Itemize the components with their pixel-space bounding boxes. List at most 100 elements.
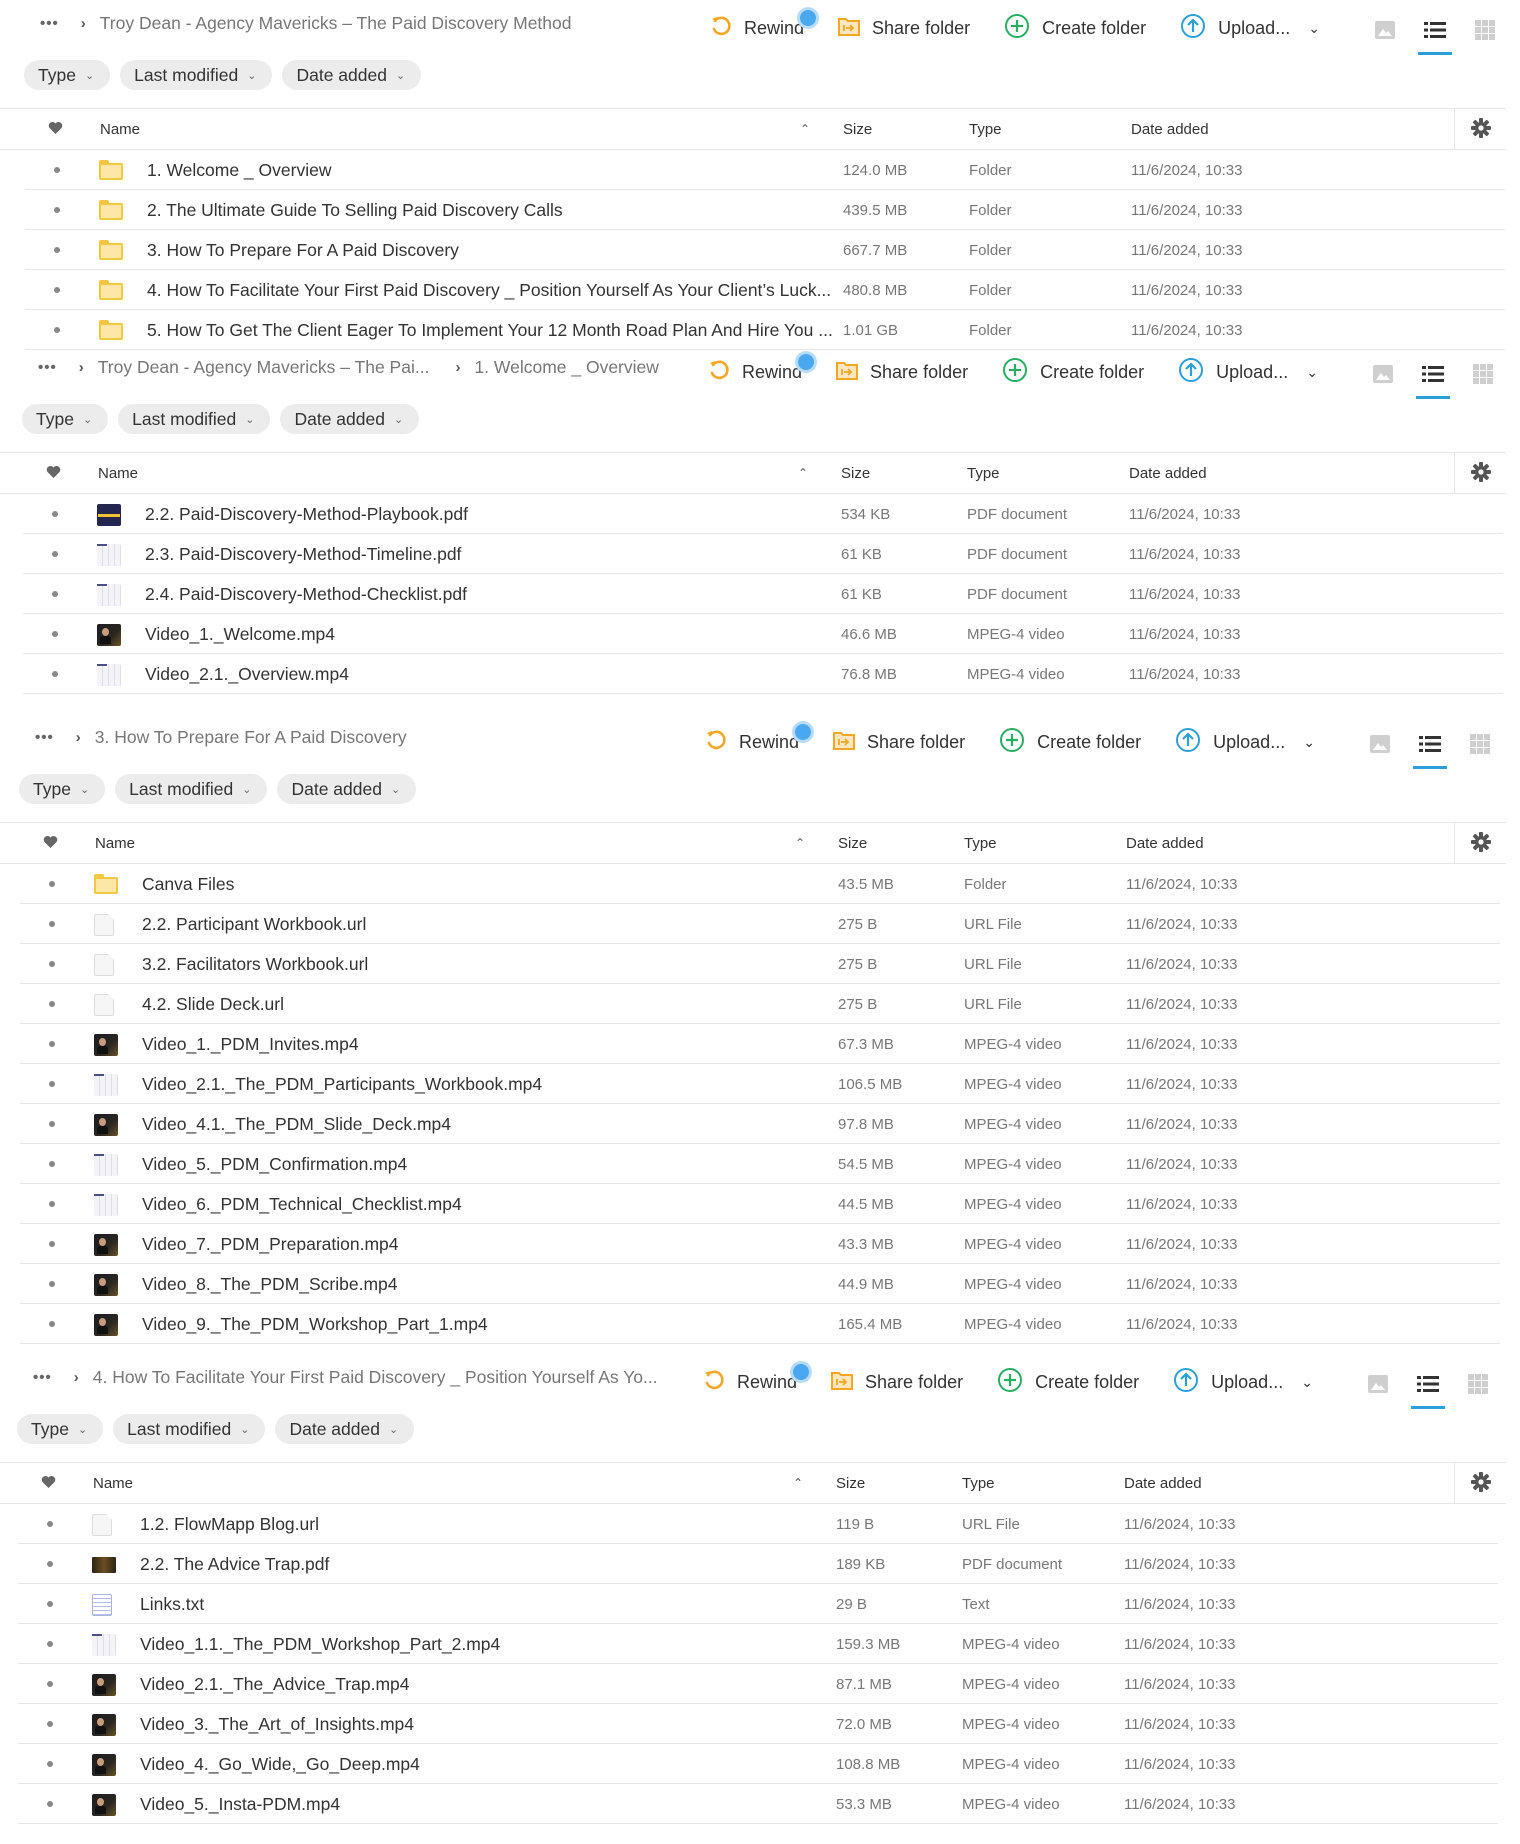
table-row[interactable]: 2.2. The Advice Trap.pdf 189 KB PDF docume… <box>18 1544 1498 1584</box>
breadcrumb-item[interactable]: 4. How To Facilitate Your First Paid Dis… <box>93 1367 658 1388</box>
sort-ascending-icon[interactable]: ⌃ <box>793 1476 803 1490</box>
table-row[interactable]: 5. How To Get The Client Eager To Implem… <box>25 310 1505 350</box>
grid-view-icon[interactable] <box>1470 15 1500 45</box>
breadcrumb-item[interactable]: 3. How To Prepare For A Paid Discovery <box>95 727 407 748</box>
upload-button[interactable]: Upload... ⌄ <box>1175 727 1315 758</box>
column-header-name[interactable]: Name <box>100 121 140 138</box>
breadcrumb-item[interactable]: Troy Dean - Agency Mavericks – The Paid … <box>100 13 572 34</box>
grid-view-icon[interactable] <box>1468 359 1498 389</box>
favorite-column-icon[interactable] <box>41 1475 56 1493</box>
gallery-view-icon[interactable] <box>1368 359 1398 389</box>
favorite-column-icon[interactable] <box>48 121 63 139</box>
table-row[interactable]: Video_2.1._The_Advice_Trap.mp4 87.1 MB MPE… <box>18 1664 1498 1704</box>
share-folder-button[interactable]: Share folder <box>833 730 965 755</box>
column-header-date-added[interactable]: Date added <box>1129 465 1207 482</box>
breadcrumb-more-icon[interactable]: ••• <box>40 15 59 32</box>
upload-button[interactable]: Upload... ⌄ <box>1173 1367 1313 1398</box>
table-row[interactable]: Video_9._The_PDM_Workshop_Part_1.mp4 165.… <box>20 1304 1500 1344</box>
table-row[interactable]: Canva Files 43.5 MB Folder 11/6/2024, 10:33 <box>20 864 1500 904</box>
column-header-size[interactable]: Size <box>838 835 867 852</box>
breadcrumb-item[interactable]: 1. Welcome _ Overview <box>474 357 658 378</box>
date-added-filter[interactable]: Date added ⌄ <box>280 404 420 434</box>
table-row[interactable]: Video_3._The_Art_of_Insights.mp4 72.0 MB M… <box>18 1704 1498 1744</box>
column-settings-button[interactable] <box>1454 823 1506 864</box>
type-filter[interactable]: Type ⌄ <box>17 1414 104 1444</box>
list-view-icon[interactable] <box>1416 359 1450 399</box>
table-row[interactable]: 1. Welcome _ Overview 124.0 MB Folder 11/6/… <box>25 150 1505 190</box>
list-view-icon[interactable] <box>1411 1369 1445 1409</box>
column-settings-button[interactable] <box>1454 453 1506 494</box>
table-row[interactable]: Video_5._PDM_Confirmation.mp4 54.5 MB MPEG… <box>20 1144 1500 1184</box>
rewind-button[interactable]: Rewind <box>703 1364 810 1396</box>
column-header-name[interactable]: Name <box>98 465 138 482</box>
list-view-icon[interactable] <box>1413 729 1447 769</box>
table-row[interactable]: 4. How To Facilitate Your First Paid Dis… <box>25 270 1505 310</box>
breadcrumb-more-icon[interactable]: ••• <box>38 359 57 376</box>
date-added-filter[interactable]: Date added ⌄ <box>275 1414 415 1444</box>
favorite-column-icon[interactable] <box>46 465 61 483</box>
rewind-button[interactable]: Rewind <box>705 724 812 756</box>
column-header-type[interactable]: Type <box>962 1475 995 1492</box>
table-row[interactable]: 2. The Ultimate Guide To Selling Paid Di… <box>25 190 1505 230</box>
upload-button[interactable]: Upload... ⌄ <box>1180 13 1320 44</box>
table-row[interactable]: Video_2.1._The_PDM_Participants_Workbook… <box>20 1064 1500 1104</box>
table-row[interactable]: 2.2. Participant Workbook.url 275 B URL Fi… <box>20 904 1500 944</box>
column-header-type[interactable]: Type <box>967 465 1000 482</box>
table-row[interactable]: Video_4._Go_Wide,_Go_Deep.mp4 108.8 MB MPE… <box>18 1744 1498 1784</box>
table-row[interactable]: Video_1.1._The_PDM_Workshop_Part_2.mp4 15… <box>18 1624 1498 1664</box>
date-added-filter[interactable]: Date added ⌄ <box>277 774 417 804</box>
grid-view-icon[interactable] <box>1465 729 1495 759</box>
table-row[interactable]: 2.2. Paid-Discovery-Method-Playbook.pdf 5… <box>23 494 1503 534</box>
list-view-icon[interactable] <box>1418 15 1452 55</box>
share-folder-button[interactable]: Share folder <box>838 16 970 41</box>
chevron-down-icon[interactable]: ⌄ <box>1308 20 1320 37</box>
create-folder-button[interactable]: Create folder <box>999 727 1141 758</box>
column-header-size[interactable]: Size <box>836 1475 865 1492</box>
type-filter[interactable]: Type ⌄ <box>22 404 109 434</box>
chevron-down-icon[interactable]: ⌄ <box>1303 734 1315 751</box>
upload-button[interactable]: Upload... ⌄ <box>1178 357 1318 388</box>
sort-ascending-icon[interactable]: ⌃ <box>800 122 810 136</box>
last-modified-filter[interactable]: Last modified ⌄ <box>120 60 273 90</box>
table-row[interactable]: Video_7._PDM_Preparation.mp4 43.3 MB MPEG-… <box>20 1224 1500 1264</box>
create-folder-button[interactable]: Create folder <box>997 1367 1139 1398</box>
column-header-type[interactable]: Type <box>964 835 997 852</box>
last-modified-filter[interactable]: Last modified ⌄ <box>113 1414 266 1444</box>
chevron-down-icon[interactable]: ⌄ <box>1306 364 1318 381</box>
share-folder-button[interactable]: Share folder <box>831 1370 963 1395</box>
gallery-view-icon[interactable] <box>1365 729 1395 759</box>
column-header-date-added[interactable]: Date added <box>1124 1475 1202 1492</box>
breadcrumb-item[interactable]: Troy Dean - Agency Mavericks – The Pai..… <box>98 357 430 378</box>
table-row[interactable]: Video_2.1._Overview.mp4 76.8 MB MPEG-4 vid… <box>23 654 1503 694</box>
last-modified-filter[interactable]: Last modified ⌄ <box>118 404 271 434</box>
favorite-column-icon[interactable] <box>43 835 58 853</box>
sort-ascending-icon[interactable]: ⌃ <box>798 466 808 480</box>
table-row[interactable]: Video_1._Welcome.mp4 46.6 MB MPEG-4 video 1… <box>23 614 1503 654</box>
column-settings-button[interactable] <box>1454 109 1506 150</box>
last-modified-filter[interactable]: Last modified ⌄ <box>115 774 268 804</box>
gallery-view-icon[interactable] <box>1363 1369 1393 1399</box>
create-folder-button[interactable]: Create folder <box>1004 13 1146 44</box>
grid-view-icon[interactable] <box>1463 1369 1493 1399</box>
breadcrumb-more-icon[interactable]: ••• <box>35 729 54 746</box>
table-row[interactable]: 3. How To Prepare For A Paid Discovery 66… <box>25 230 1505 270</box>
type-filter[interactable]: Type ⌄ <box>19 774 106 804</box>
breadcrumb-more-icon[interactable]: ••• <box>33 1369 52 1386</box>
column-header-date-added[interactable]: Date added <box>1126 835 1204 852</box>
column-header-type[interactable]: Type <box>969 121 1002 138</box>
table-row[interactable]: 4.2. Slide Deck.url 275 B URL File 11/6/202… <box>20 984 1500 1024</box>
column-header-name[interactable]: Name <box>93 1475 133 1492</box>
table-row[interactable]: 3.2. Facilitators Workbook.url 275 B URL F… <box>20 944 1500 984</box>
table-row[interactable]: Video_8._The_PDM_Scribe.mp4 44.9 MB MPEG-4… <box>20 1264 1500 1304</box>
table-row[interactable]: Video_6._PDM_Technical_Checklist.mp4 44.5… <box>20 1184 1500 1224</box>
rewind-button[interactable]: Rewind <box>710 10 817 42</box>
table-row[interactable]: 2.4. Paid-Discovery-Method-Checklist.pdf… <box>23 574 1503 614</box>
column-header-date-added[interactable]: Date added <box>1131 121 1209 138</box>
sort-ascending-icon[interactable]: ⌃ <box>795 836 805 850</box>
table-row[interactable]: Video_4.1._The_PDM_Slide_Deck.mp4 97.8 MB… <box>20 1104 1500 1144</box>
table-row[interactable]: 2.3. Paid-Discovery-Method-Timeline.pdf 6… <box>23 534 1503 574</box>
column-settings-button[interactable] <box>1454 1463 1506 1504</box>
date-added-filter[interactable]: Date added ⌄ <box>282 60 422 90</box>
table-row[interactable]: 1.2. FlowMapp Blog.url 119 B URL File 11/6/… <box>18 1504 1498 1544</box>
column-header-size[interactable]: Size <box>841 465 870 482</box>
